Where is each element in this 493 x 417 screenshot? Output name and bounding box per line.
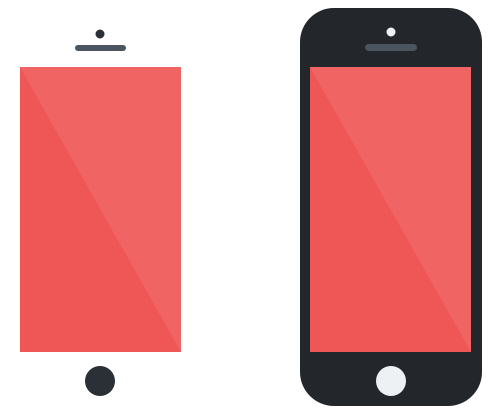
speaker-icon [365, 44, 417, 51]
phone-with-body [300, 8, 482, 406]
speaker-icon [75, 45, 126, 51]
home-button [376, 366, 406, 396]
phone-without-body [20, 29, 181, 396]
phones-illustration [20, 8, 482, 406]
home-button [85, 366, 115, 396]
screen [20, 67, 181, 352]
illustration-canvas [0, 0, 493, 417]
camera-icon [95, 29, 105, 39]
screen [310, 67, 471, 352]
camera-icon [386, 27, 396, 37]
